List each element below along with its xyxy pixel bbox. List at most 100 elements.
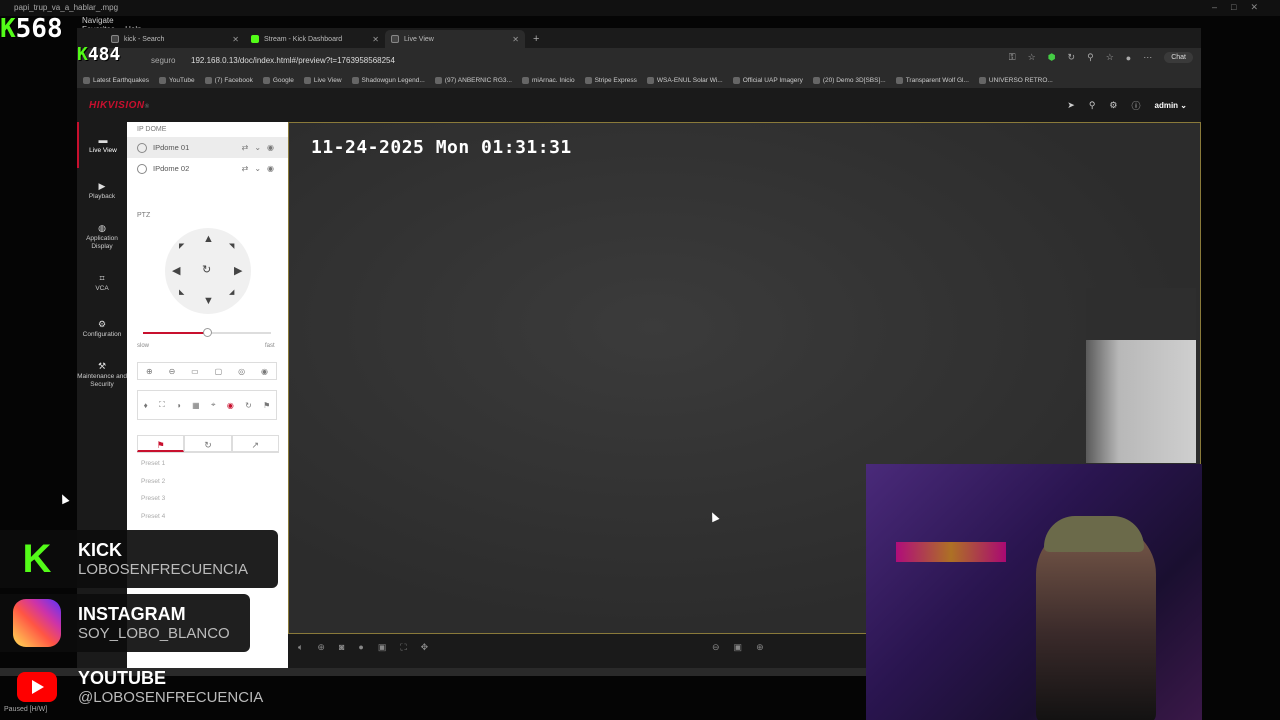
nav-item[interactable]: ◍ Application Display [77, 214, 127, 260]
youtube-title: YOUTUBE [78, 668, 167, 688]
kick-title: KICK [78, 540, 122, 560]
camera-item-ipdome-01[interactable]: IPdome 01 ⇄⌄◉ [127, 137, 288, 158]
close-icon[interactable]: ✕ [512, 35, 519, 44]
nav-item[interactable]: ⚒ Maintenance and Security [77, 352, 127, 398]
reset-icon[interactable]: ↻ [245, 401, 252, 410]
bookmark-item[interactable]: UNIVERSO RETRO... [978, 76, 1053, 84]
new-tab-icon[interactable]: + [533, 30, 539, 48]
zoom-out-icon[interactable]: ⊖ [169, 367, 176, 376]
bookmark-item[interactable]: (20) Demo 3D[SBS]... [812, 76, 886, 84]
preset-item[interactable]: Preset 4 [141, 513, 165, 520]
bookmark-item[interactable]: Google [262, 76, 294, 84]
nav-item[interactable]: ▶ Playback [77, 168, 127, 214]
preset-item[interactable]: Preset 3 [141, 495, 165, 502]
tab-preset[interactable]: ⚑ [137, 435, 185, 452]
extensions-icon[interactable]: ⚲ [1087, 52, 1094, 63]
shield-icon[interactable]: ⬢ [1048, 52, 1056, 63]
mute-icon[interactable]: 🔈︎ [298, 642, 303, 653]
record-icon[interactable]: ◉ [227, 401, 234, 410]
close-icon[interactable]: ✕ [232, 35, 239, 44]
close-icon[interactable]: ✕ [372, 35, 379, 44]
zoom-icon[interactable]: ⊕ [317, 642, 325, 653]
wiper-icon[interactable]: ◑ [176, 401, 181, 410]
down-left-icon[interactable]: ◣ [179, 288, 184, 296]
more-icon[interactable]: ⋯ [1143, 52, 1152, 63]
up-right-icon[interactable]: ◥ [229, 242, 234, 250]
left-arrow-icon[interactable]: ◀ [172, 264, 180, 277]
tab-live-view[interactable]: Live View ✕ [385, 30, 525, 48]
address-bar[interactable]: seguro 192.168.0.13/doc/index.html#/prev… [77, 48, 1201, 72]
up-left-icon[interactable]: ◤ [179, 242, 184, 250]
ptz-dial[interactable]: ▲ ▼ ◀ ▶ ↻ ◤ ◥ ◣ ◢ [165, 228, 251, 314]
bookmark-item[interactable]: YouTube [159, 76, 195, 84]
tab-pattern[interactable]: ↗ [231, 435, 279, 452]
camera-actions[interactable]: ⇄⌄◉ [242, 143, 280, 152]
capture-icon[interactable]: ◙ [339, 642, 344, 653]
right-arrow-icon[interactable]: ▶ [234, 264, 242, 277]
bookmark-item[interactable]: Transparent Wolf Gl... [895, 76, 969, 84]
mic-icon[interactable]: ● [358, 642, 363, 653]
send-icon[interactable]: ➤ [1067, 100, 1075, 111]
bookmark-label: (97) ANBERNIC RG3... [444, 76, 512, 84]
3d-position-icon[interactable]: ✥ [421, 642, 429, 653]
bookmark-item[interactable]: (7) Facebook [204, 76, 253, 84]
bookmark-item[interactable]: Live View [303, 76, 342, 84]
bookmark-item[interactable]: miArnac. Inicio [521, 76, 575, 84]
key-icon[interactable]: ⚿ [1009, 52, 1016, 63]
favorites-icon[interactable]: ☆ [1106, 52, 1114, 63]
preset-item[interactable]: Preset 1 [141, 460, 165, 467]
search-icon[interactable]: ⚲ [1089, 100, 1096, 111]
light-icon[interactable]: ♦ [144, 401, 148, 410]
record-clip-icon[interactable]: ▣ [378, 642, 387, 653]
auto-rotate-icon[interactable]: ↻ [202, 263, 211, 276]
camera-icon [137, 163, 147, 174]
preset-item[interactable]: Preset 2 [141, 478, 165, 485]
park-icon[interactable]: ⚑ [263, 401, 270, 410]
settings-icon[interactable]: ⚙ [1109, 100, 1117, 111]
chat-button[interactable]: Chat [1164, 52, 1193, 63]
kick-icon [251, 35, 259, 43]
user-menu[interactable]: admin ⌄ [1155, 101, 1188, 110]
bookmark-label: WSA-ENUL Solar Wi... [656, 76, 723, 84]
nav-item[interactable]: ⚙ Configuration [77, 306, 127, 352]
camera-actions[interactable]: ⇄⌄◉ [242, 164, 280, 173]
speed-slider[interactable] [143, 328, 271, 337]
next-icon[interactable]: ⊕ [756, 642, 764, 653]
iris-close-icon[interactable]: ◉ [261, 367, 268, 376]
zoom-in-icon[interactable]: ⊕ [146, 367, 153, 376]
star-icon[interactable]: ☆ [1028, 52, 1036, 63]
fullscreen-icon[interactable]: ⛶ [400, 642, 406, 653]
up-arrow-icon[interactable]: ▲ [203, 233, 214, 245]
focus-icon[interactable]: ⛶ [159, 400, 165, 410]
iris-open-icon[interactable]: ◎ [238, 367, 245, 376]
nav-item[interactable]: ⌗ VCA [77, 260, 127, 306]
focus-far-icon[interactable]: ▢ [215, 367, 223, 376]
avatar[interactable]: ● [1126, 53, 1131, 63]
bookmark-item[interactable]: Stripe Express [584, 76, 637, 84]
window-icon[interactable]: ▣ [734, 642, 743, 653]
tracking-icon[interactable]: ⌖ [211, 400, 216, 410]
bookmark-item[interactable]: Latest Earthquakes [83, 76, 149, 84]
down-arrow-icon[interactable]: ▼ [203, 295, 214, 307]
bookmark-item[interactable]: Shadowgun Legend... [351, 76, 425, 84]
tab-kick-search[interactable]: kick - Search ✕ [105, 30, 245, 48]
speed-knob[interactable] [203, 328, 212, 337]
refresh-icon[interactable]: ↻ [1068, 52, 1076, 63]
url-text[interactable]: 192.168.0.13/doc/index.html#/preview?t=1… [191, 56, 395, 65]
tab-kick-dashboard[interactable]: Stream - Kick Dashboard ✕ [245, 30, 385, 48]
window-controls[interactable]: –□✕ [1212, 2, 1272, 13]
bookmark-item[interactable]: WSA-ENUL Solar Wi... [646, 76, 723, 84]
prev-icon[interactable]: ⊖ [712, 642, 720, 653]
down-right-icon[interactable]: ◢ [229, 288, 234, 296]
camera-name: IPdome 02 [153, 164, 190, 173]
camera-item-ipdome-02[interactable]: IPdome 02 ⇄⌄◉ [127, 158, 288, 179]
tab-patrol[interactable]: ↻ [184, 435, 232, 452]
camera-icon [137, 142, 147, 153]
grid-icon[interactable]: ▦ [192, 401, 200, 410]
info-icon[interactable]: ⓘ [1131, 99, 1140, 112]
nav-item[interactable]: ▬ Live View [77, 122, 127, 168]
focus-near-icon[interactable]: ▭ [191, 367, 199, 376]
menu-navigate[interactable]: Navigate [82, 16, 114, 25]
bookmark-item[interactable]: Official UAP Imagery [732, 76, 803, 84]
bookmark-item[interactable]: (97) ANBERNIC RG3... [434, 76, 512, 84]
